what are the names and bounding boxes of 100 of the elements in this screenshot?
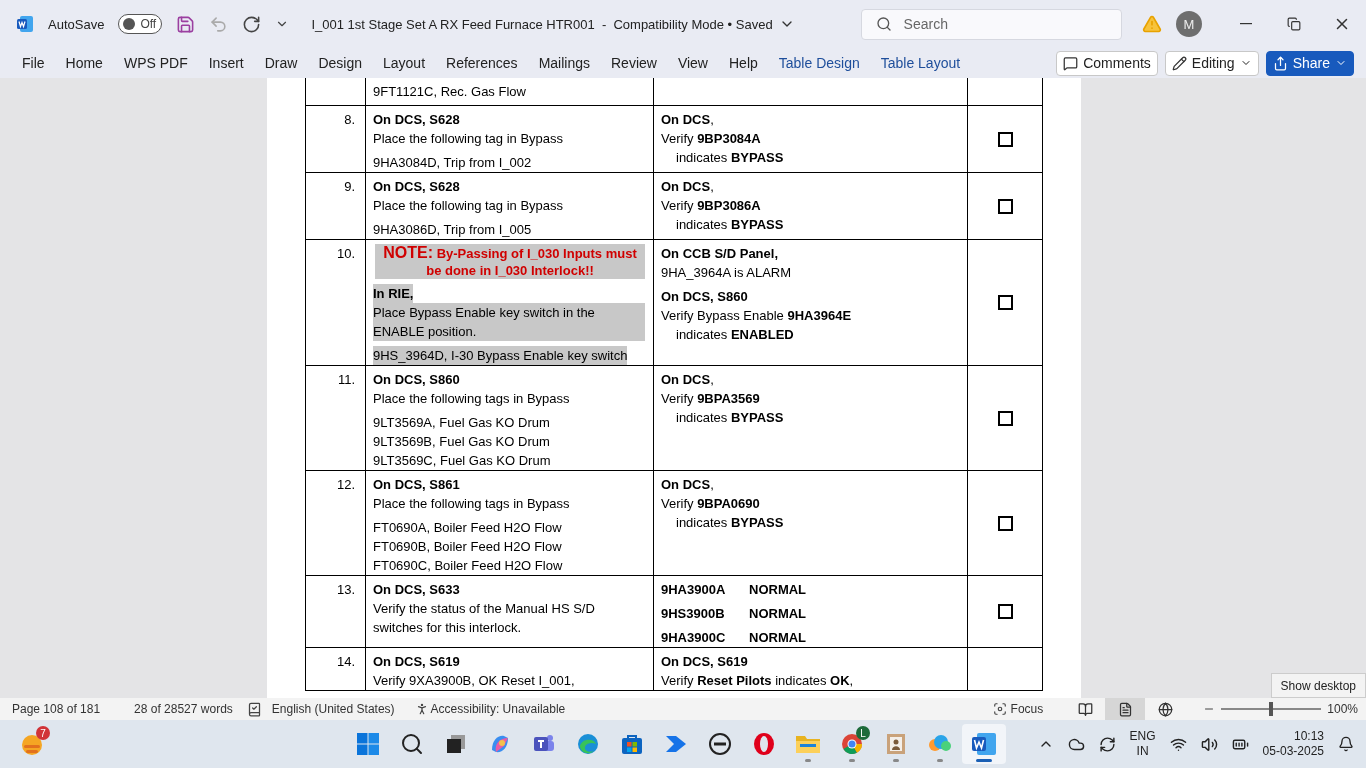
language-status[interactable]: English (United States): [271, 702, 395, 716]
cell-text: 9HA3086D, Trip from I_005: [373, 221, 532, 239]
cell-text: Place the following tags in Bypass: [373, 495, 570, 513]
windows-start-icon: [356, 732, 380, 756]
search-box[interactable]: Search: [860, 8, 1122, 40]
cell-text: Verify 9XA3900B, OK Reset I_001,: [373, 672, 575, 690]
ribbon-tab[interactable]: Insert: [198, 51, 254, 75]
share-icon: [1272, 55, 1288, 71]
language-code[interactable]: ENG: [1129, 729, 1156, 744]
checkbox[interactable]: [997, 515, 1013, 531]
ribbon-tab[interactable]: Mailings: [528, 51, 600, 75]
cell-text: indicates ENABLED: [676, 326, 794, 344]
region-code[interactable]: IN: [1136, 744, 1149, 759]
ribbon-tab[interactable]: References: [436, 51, 528, 75]
comments-button[interactable]: Comments: [1056, 50, 1158, 76]
redo-icon[interactable]: [242, 14, 262, 34]
ribbon-tab[interactable]: File: [12, 51, 55, 75]
avatar[interactable]: M: [1176, 11, 1202, 37]
cell-text: In RIE,: [373, 284, 414, 303]
minimize-icon: [1240, 23, 1252, 25]
comment-icon: [1063, 55, 1079, 71]
task-view-icon: [445, 733, 467, 755]
cell-text: On DCS, S619: [661, 653, 748, 671]
step-number: 10.: [336, 246, 355, 261]
share-button[interactable]: Share: [1265, 50, 1354, 76]
cell-text: On DCS,: [661, 476, 714, 494]
tag-text: 9HS3900B: [661, 605, 726, 623]
tag-text: 9HA3900C: [661, 629, 727, 647]
store-icon: [620, 732, 644, 756]
checkbox[interactable]: [997, 131, 1013, 147]
read-mode-icon: [1077, 701, 1093, 717]
step-number: 11.: [337, 372, 355, 387]
cell-text: 9HS_3964D, I-30 Bypass Enable key switch: [373, 346, 628, 365]
word-count[interactable]: 28 of 28527 words: [134, 702, 233, 716]
ribbon-tab[interactable]: WPS PDF: [113, 51, 198, 75]
clock-date[interactable]: 05-03-2025: [1262, 744, 1324, 759]
status-text: NORMAL: [749, 605, 807, 623]
ribbon-tab[interactable]: Help: [719, 51, 768, 75]
cell-text: Place the following tag in Bypass: [373, 197, 564, 215]
taskbar-app[interactable]: L: [830, 724, 874, 764]
ribbon-tab[interactable]: Draw: [254, 51, 308, 75]
focus-mode[interactable]: Focus: [1010, 702, 1044, 716]
cell-text: 9FT1121C, Rec. Gas Flow: [373, 83, 526, 101]
notification-badge: 7: [36, 726, 50, 740]
cell-text: 9HA_3964A is ALARM: [661, 264, 792, 282]
cell-text: indicates BYPASS: [676, 216, 784, 234]
page-count[interactable]: Page 108 of 181: [12, 702, 101, 716]
cell-text: On DCS, S628: [373, 178, 460, 196]
ribbon-tab[interactable]: Table Design: [768, 51, 870, 75]
cell-text: Verify Bypass Enable 9HA3964E: [661, 307, 852, 325]
sync-icon[interactable]: [1098, 735, 1116, 753]
autosave-label: AutoSave: [48, 16, 105, 32]
autosave-toggle[interactable]: Off: [118, 14, 163, 34]
taskbar-app[interactable]: [962, 724, 1006, 764]
cell-text: Place the following tag in Bypass: [373, 130, 564, 148]
cell-text: Verify Reset Pilots indicates OK,: [661, 672, 854, 690]
cell-text: 9LT3569A, Fuel Gas KO Drum: [373, 414, 550, 432]
accessibility-status[interactable]: Accessibility: Unavailable: [430, 702, 566, 716]
search-field[interactable]: Search: [901, 15, 1121, 33]
checkbox[interactable]: [997, 295, 1013, 310]
cell-text: On DCS,: [661, 178, 714, 196]
status-text: NORMAL: [749, 581, 807, 599]
volume-icon[interactable]: [1200, 735, 1218, 753]
checkbox[interactable]: [997, 410, 1013, 426]
profile-badge: L: [856, 726, 870, 740]
notification-icon[interactable]: [1338, 736, 1354, 752]
ribbon-tab[interactable]: Table Layout: [870, 51, 971, 75]
step-number: 8.: [344, 112, 355, 127]
save-icon[interactable]: [176, 14, 196, 34]
cell-text: 9HA3084D, Trip from I_002: [373, 154, 532, 172]
document-title: I_001 1st Stage Set A RX Feed Furnace HTR001 - Compatibility Mode • Saved: [311, 16, 773, 32]
step-number: 13.: [336, 582, 355, 597]
clock-time[interactable]: 10:13: [1293, 729, 1324, 744]
cell-text: Verify the status of the Manual HS S/D switches for this interlock.: [373, 600, 596, 637]
ribbon-tab[interactable]: Design: [308, 51, 372, 75]
proofing-icon[interactable]: [246, 701, 262, 717]
checkbox[interactable]: [997, 198, 1013, 214]
ribbon-tab[interactable]: Layout: [373, 51, 436, 75]
focus-icon: [992, 702, 1007, 716]
weather-button[interactable]: 7: [10, 724, 54, 764]
cell-text: indicates BYPASS: [676, 149, 784, 167]
tooltip: Show desktop: [1270, 673, 1366, 698]
zoom-level[interactable]: 100%: [1327, 702, 1358, 716]
checkbox[interactable]: [997, 604, 1013, 619]
cell-text: Verify 9BP3084A: [661, 130, 761, 148]
cell-text: 9LT3569B, Fuel Gas KO Drum: [373, 433, 550, 451]
ribbon-tab[interactable]: Review: [601, 51, 667, 75]
cell-text: On DCS, S628: [373, 111, 460, 129]
cell-text: On DCS, S860: [661, 288, 748, 306]
pencil-icon: [1171, 55, 1187, 71]
ribbon-tab[interactable]: Home: [55, 51, 113, 75]
note-text: NOTE: By-Passing of I_030 Inputs must be done in I_030 Interlock!!: [375, 244, 645, 279]
cell-text: Place Bypass Enable key switch in the ENABLE position.: [373, 303, 645, 341]
cell-text: 9LT3569C, Fuel Gas KO Drum: [373, 452, 551, 470]
editing-button[interactable]: Editing: [1164, 50, 1259, 76]
ribbon-tab[interactable]: View: [667, 51, 718, 75]
view-button[interactable]: [1105, 698, 1146, 720]
cell-text: On DCS, S861: [373, 476, 460, 494]
search-icon: [400, 732, 424, 756]
cell-text: Verify 9BPA3569: [661, 390, 760, 408]
